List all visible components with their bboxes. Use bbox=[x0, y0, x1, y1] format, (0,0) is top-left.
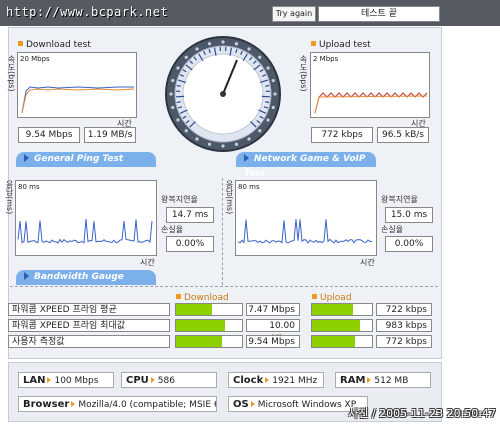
arrow-icon bbox=[71, 401, 76, 407]
orange-square-icon bbox=[311, 41, 316, 46]
info-os: OS Microsoft Windows XP bbox=[228, 396, 368, 412]
game-loss-label: 손실율 bbox=[381, 225, 404, 234]
download-bar-fill bbox=[176, 336, 223, 347]
upload-bar-fill bbox=[312, 320, 360, 331]
game-loss-value: 0.00% bbox=[385, 236, 433, 252]
arrow-icon bbox=[250, 401, 255, 407]
upload-title: Upload test bbox=[311, 40, 371, 50]
info-lan: LAN 100 Mbps bbox=[18, 372, 114, 388]
upload-kbs: 96.5 kB/s bbox=[377, 127, 429, 143]
cpu-value: 586 bbox=[157, 376, 175, 386]
arrow-icon bbox=[24, 154, 29, 162]
clock-value: 1921 MHz bbox=[272, 376, 318, 386]
divider bbox=[222, 178, 223, 285]
os-value: Microsoft Windows XP bbox=[257, 400, 357, 410]
download-bar bbox=[175, 319, 243, 332]
browser-value: Mozilla/4.0 (compatible; MSIE 6.0 bbox=[78, 400, 217, 410]
upload-trace bbox=[314, 92, 428, 114]
gauge-row-label: 사용자 측정값 bbox=[8, 335, 170, 348]
ping-loss-label: 손실율 bbox=[161, 225, 184, 234]
gauge-row-label: 파워콤 XPEED 프라임 평균 bbox=[8, 303, 170, 316]
lan-label: LAN bbox=[23, 375, 46, 386]
download-value: 9.54 Mbps bbox=[246, 335, 300, 348]
gauge-download-header-text: Download bbox=[184, 293, 229, 303]
upload-value: 772 kbps bbox=[376, 335, 432, 348]
upload-title-text: Upload test bbox=[319, 40, 371, 50]
gauge-row-label: 파워콤 XPEED 프라임 최대값 bbox=[8, 319, 170, 332]
download-value: 10.00 Mbps bbox=[246, 319, 300, 344]
try-again-button[interactable]: Try again bbox=[272, 6, 316, 22]
upload-value: 722 kbps bbox=[376, 303, 432, 316]
download-bar bbox=[175, 303, 243, 316]
ping-rtt-label: 왕복지연율 bbox=[161, 195, 198, 204]
orange-square-icon bbox=[18, 41, 23, 46]
divider bbox=[10, 286, 438, 287]
tab-bandwidth-gauge-label: Bandwidth Gauge bbox=[34, 272, 124, 282]
game-axis-label: 응답(ms) bbox=[225, 180, 234, 215]
lan-value: 100 Mbps bbox=[54, 376, 99, 386]
ping-trace bbox=[17, 219, 153, 244]
os-label: OS bbox=[233, 399, 249, 410]
game-rtt-label: 왕복지연율 bbox=[381, 195, 418, 204]
upload-kbps: 772 kbps bbox=[311, 127, 373, 143]
download-graph: 20 Mbps bbox=[17, 52, 137, 118]
info-ram: RAM 512 MB bbox=[335, 372, 431, 388]
download-bar-fill bbox=[176, 304, 213, 315]
speedometer bbox=[165, 36, 281, 152]
tab-general-ping[interactable]: General Ping Test bbox=[16, 152, 156, 167]
upload-bar bbox=[311, 303, 373, 316]
gauge-upload-header: Upload bbox=[312, 293, 352, 303]
ping-time-label: 시간 bbox=[140, 258, 155, 267]
ping-rtt-value: 14.7 ms bbox=[166, 207, 214, 223]
tab-general-ping-label: General Ping Test bbox=[34, 154, 124, 164]
tab-game-voip[interactable]: Network Game & VoIP Test bbox=[236, 152, 376, 179]
info-browser: Browser Mozilla/4.0 (compatible; MSIE 6.0 bbox=[18, 396, 217, 412]
arrow-icon bbox=[367, 377, 372, 383]
ping-graph: 80 ms bbox=[15, 180, 157, 256]
game-rtt-value: 15.0 ms bbox=[385, 207, 433, 223]
site-url: http://www.bcpark.net bbox=[6, 5, 169, 19]
ping-axis-label: 응답(ms) bbox=[5, 180, 14, 215]
ram-label: RAM bbox=[340, 375, 366, 386]
gauge-upload-header-text: Upload bbox=[320, 293, 352, 303]
arrow-icon bbox=[244, 154, 249, 162]
clock-label: Clock bbox=[233, 375, 264, 386]
game-time-label: 시간 bbox=[360, 258, 375, 267]
status-field: 테스트 끝 bbox=[318, 6, 440, 22]
upload-bar-fill bbox=[312, 304, 353, 315]
upload-axis-label: 속도(bps) bbox=[299, 55, 308, 92]
upload-bar bbox=[311, 319, 373, 332]
info-cpu: CPU 586 bbox=[121, 372, 217, 388]
download-mbs: 1.19 MB/s bbox=[84, 127, 136, 143]
tab-bandwidth-gauge[interactable]: Bandwidth Gauge bbox=[16, 270, 156, 285]
game-graph: 80 ms bbox=[235, 180, 377, 256]
ram-value: 512 MB bbox=[374, 376, 409, 386]
download-value: 7.47 Mbps bbox=[246, 303, 300, 316]
download-title: Download test bbox=[18, 40, 91, 50]
orange-square-icon bbox=[312, 294, 317, 299]
arrow-icon bbox=[150, 377, 155, 383]
arrow-icon bbox=[24, 272, 29, 280]
upload-bar bbox=[311, 335, 373, 348]
arrow-icon bbox=[265, 377, 270, 383]
game-trace bbox=[237, 219, 373, 244]
upload-bar-fill bbox=[312, 336, 356, 347]
cpu-label: CPU bbox=[126, 375, 149, 386]
info-clock: Clock 1921 MHz bbox=[228, 372, 324, 388]
download-bar-fill bbox=[176, 320, 225, 331]
photo-timestamp: 사진 / 2005-11-23 20:50:47 bbox=[348, 407, 496, 420]
download-axis-label: 속도(bps) bbox=[7, 55, 16, 92]
orange-square-icon bbox=[176, 294, 181, 299]
arrow-icon bbox=[47, 377, 52, 383]
browser-label: Browser bbox=[23, 399, 70, 410]
upload-value: 983 kbps bbox=[376, 319, 432, 332]
ping-loss-value: 0.00% bbox=[166, 236, 214, 252]
upload-graph: 2 Mbps bbox=[310, 52, 430, 118]
download-trace bbox=[21, 86, 135, 114]
gauge-download-header: Download bbox=[176, 293, 229, 303]
download-bar bbox=[175, 335, 243, 348]
download-title-text: Download test bbox=[26, 40, 91, 50]
download-mbps: 9.54 Mbps bbox=[18, 127, 80, 143]
